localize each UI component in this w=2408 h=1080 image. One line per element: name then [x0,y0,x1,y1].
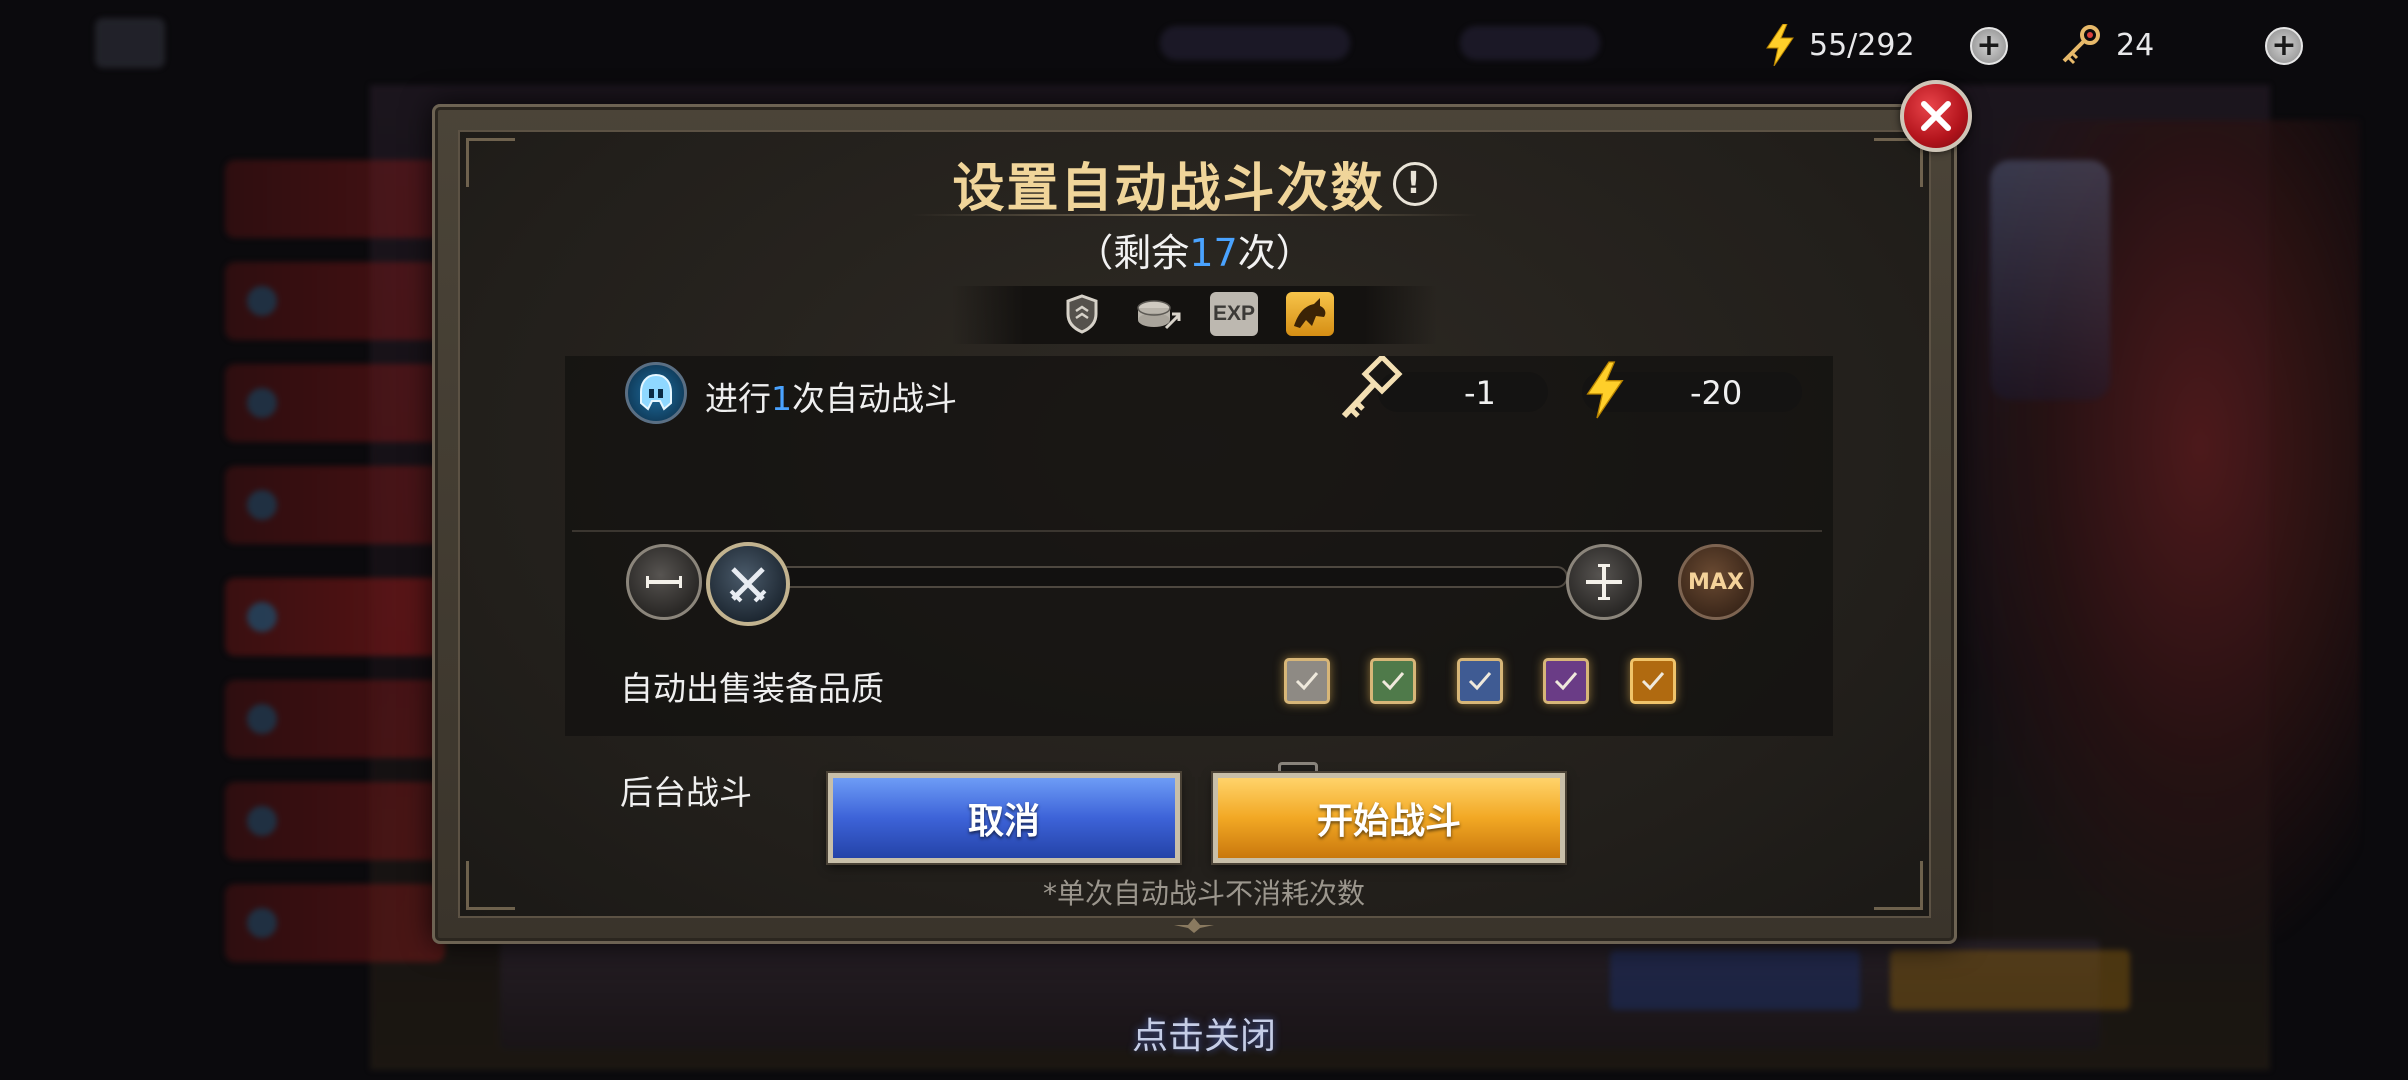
frame-bottom-ornament [1174,918,1214,933]
quality-green-checkbox[interactable] [1370,658,1416,704]
add-energy-button[interactable]: + [1970,27,2008,65]
background-character-art [1990,160,2110,400]
add-key-button[interactable]: + [2265,27,2303,65]
lightning-icon [1766,24,1794,66]
key-counter: 24 [2058,20,2154,70]
lightning-icon [1586,361,1624,419]
decrease-button[interactable] [626,544,702,620]
tap-to-close-hint[interactable]: 点击关闭 [0,1007,2408,1059]
remaining-count: （剩余17次） [432,222,1957,277]
coins-icon[interactable] [1134,292,1182,336]
close-icon [1921,101,1951,131]
energy-counter: 55/292 [1765,20,1915,70]
panel-divider [572,530,1822,532]
background-resource [1160,26,1350,60]
quality-orange-checkbox[interactable] [1630,658,1676,704]
key-cost-value: -1 [1464,374,1496,412]
battle-count-slider[interactable] [758,566,1568,588]
remaining-suffix: 次） [1237,231,1314,275]
increase-button[interactable] [1566,544,1642,620]
quality-purple-checkbox[interactable] [1543,658,1589,704]
background-button [1890,950,2130,1010]
reward-filter-bar [952,286,1437,344]
background-menu-item [225,466,445,544]
dialog-title: 设置自动战斗次数 ! [432,146,1957,221]
dialog-title-text: 设置自动战斗次数 [952,159,1385,219]
energy-value: 55/292 [1809,27,1915,63]
background-menu-item [225,364,445,442]
battle-count-value: 1 [771,379,792,418]
dragon-icon[interactable] [1286,292,1334,336]
background-menu-item [225,782,445,860]
background-resource [1460,26,1600,60]
key-value: 24 [2116,27,2155,63]
background-menu-item [225,578,445,656]
title-divider [912,214,1477,216]
key-icon [2062,25,2100,65]
start-battle-button[interactable]: 开始战斗 [1213,773,1565,863]
auto-battle-note: *单次自动战斗不消耗次数 [1042,877,1365,910]
key-icon [1341,356,1403,419]
battle-count-prefix: 进行 [705,379,771,418]
background-button [1610,950,1860,1010]
background-menu-item [225,680,445,758]
exp-icon[interactable]: EXP [1210,292,1258,336]
auto-sell-label: 自动出售装备品质 [620,669,884,708]
background-menu-item [225,160,445,238]
cancel-button[interactable]: 取消 [828,773,1180,863]
battle-count-suffix: 次自动战斗 [792,379,957,418]
battle-count-label: 进行1次自动战斗 [705,372,957,420]
background-battle-label: 后台战斗 [620,773,752,812]
slider-handle-swords-icon[interactable] [706,542,790,626]
background-menu-item [225,262,445,340]
info-icon[interactable]: ! [1392,161,1437,206]
background-back-button [95,18,165,68]
energy-cost-value: -20 [1690,374,1743,412]
auto-battle-helmet-icon [625,362,687,424]
max-button[interactable]: MAX [1678,544,1754,620]
remaining-prefix: （剩余 [1075,231,1190,275]
quality-blue-checkbox[interactable] [1457,658,1503,704]
quality-white-checkbox[interactable] [1284,658,1330,704]
shield-icon[interactable] [1058,292,1106,336]
remaining-number: 17 [1189,231,1238,275]
auto-battle-dialog: 设置自动战斗次数 ! （剩余17次） EXP 进行1次自动战斗 -1 -20 M… [432,104,1957,944]
close-button[interactable] [1900,80,1972,152]
